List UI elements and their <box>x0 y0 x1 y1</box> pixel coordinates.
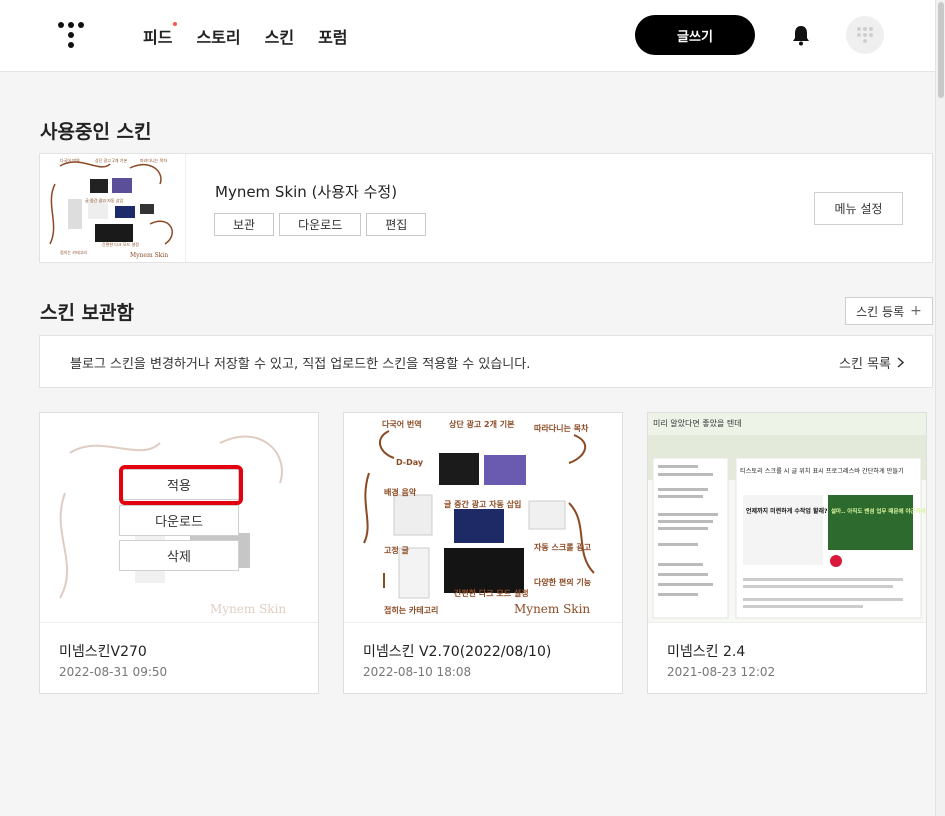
svg-text:글 중간 광고 자동 삽입: 글 중간 광고 자동 삽입 <box>85 197 124 203</box>
thumb-ad-side: 설마.. 아직도 밴섬 업무 때문에 야근하세요? <box>831 507 926 515</box>
apply-highlight-box <box>119 465 243 505</box>
skin-storage-title: 스킨 보관함 <box>40 302 135 324</box>
avatar[interactable] <box>846 16 884 54</box>
skin-card-date: 2022-08-31 09:50 <box>59 665 168 679</box>
current-skin-name: Mynem Skin (사용자 수정) <box>215 183 398 201</box>
card-action-overlay: 적용 다운로드 삭제 <box>40 413 318 622</box>
skin-card-name: 미넴스킨 2.4 <box>667 644 746 660</box>
chevron-right-icon <box>897 357 904 368</box>
skin-card[interactable]: 다국어 번역 상단 광고 2개 기본 따라다니는 목차 D-Day 배경 음악 … <box>343 412 623 694</box>
nav-item-forum[interactable]: 포럼 <box>318 24 347 48</box>
thumb-label: 글 중간 광고 자동 삽입 <box>444 499 521 509</box>
thumb-label: 자동 스크롤 광고 <box>534 542 592 552</box>
skin-info-text: 블로그 스킨을 변경하거나 저장할 수 있고, 직접 업로드한 스킨을 적용할 … <box>70 357 531 372</box>
nav-item-skin[interactable]: 스킨 <box>265 24 294 48</box>
skin-info-box: 블로그 스킨을 변경하거나 저장할 수 있고, 직접 업로드한 스킨을 적용할 … <box>39 335 933 388</box>
svg-text:접히는 카테고리: 접히는 카테고리 <box>60 249 87 255</box>
skin-card-name: 미넴스킨V270 <box>59 644 147 660</box>
current-skin-actions: 보관 다운로드 편집 <box>214 213 427 236</box>
skin-register-button[interactable]: 스킨 등록 + <box>845 297 933 325</box>
delete-button[interactable]: 삭제 <box>119 540 239 571</box>
skin-card-thumbnail: 미리 알았다면 좋았을 텐데 티스토리 스크롤 시 글 위치 표시 프로그레스바… <box>648 413 926 623</box>
thumb-post-title: 티스토리 스크롤 시 글 위치 표시 프로그레스바 간단하게 만들기 <box>740 467 904 475</box>
top-header: 피드 스토리 스킨 포럼 글쓰기 <box>0 0 935 72</box>
thumb-header-text: 미리 알았다면 좋았을 텐데 <box>653 418 742 428</box>
plus-icon: + <box>910 303 922 319</box>
edit-button[interactable]: 편집 <box>366 213 427 236</box>
skin-register-label: 스킨 등록 <box>856 304 905 319</box>
svg-text:다국어 번역: 다국어 번역 <box>60 157 80 163</box>
nav-item-story[interactable]: 스토리 <box>196 24 240 48</box>
skin-list-link[interactable]: 스킨 목록 <box>839 353 904 372</box>
thumb-label: 접히는 카테고리 <box>384 605 438 615</box>
skin-card-thumbnail: 다국어 번역 상단 광고 2개 기본 따라다니는 목차 D-Day 배경 음악 … <box>344 413 622 623</box>
tistory-logo-icon[interactable] <box>58 22 84 50</box>
thumb-brand-label: Mynem Skin <box>514 602 590 616</box>
svg-text:간편한 다크 모드 설정: 간편한 다크 모드 설정 <box>102 241 139 247</box>
thumb-label: 다국어 번역 <box>382 419 422 429</box>
menu-settings-button[interactable]: 메뉴 설정 <box>814 192 903 225</box>
overlay-download-button[interactable]: 다운로드 <box>119 505 239 536</box>
skin-card[interactable]: Mynem Skin 적용 다운로드 삭제 미넴스킨V270 2022-08-3… <box>39 412 319 694</box>
current-skin-title: 사용중인 스킨 <box>40 121 152 143</box>
svg-text:따라다니는 목차: 따라다니는 목차 <box>140 157 167 163</box>
skin-card[interactable]: 미리 알았다면 좋았을 텐데 티스토리 스크롤 시 글 위치 표시 프로그레스바… <box>647 412 927 694</box>
skin-card-name: 미넴스킨 V2.70(2022/08/10) <box>363 644 552 660</box>
thumb-label: 간편한 다크 모드 설정 <box>454 588 529 598</box>
skin-list-label: 스킨 목록 <box>839 357 891 372</box>
thumb-label: 배경 음악 <box>384 487 417 497</box>
thumb-label: 상단 광고 2개 기본 <box>449 419 515 429</box>
skin-card-thumbnail: Mynem Skin 적용 다운로드 삭제 <box>40 413 318 623</box>
thumb-label: D-Day <box>396 458 424 467</box>
thumb-label: 고정 글 <box>384 545 410 555</box>
svg-text:상단 광고 2개 기본: 상단 광고 2개 기본 <box>95 157 127 163</box>
thumb-ad-text: 언제까지 미련하게 수작업 할래? <box>746 507 828 515</box>
write-button[interactable]: 글쓰기 <box>635 15 755 55</box>
skin-card-date: 2021-08-23 12:02 <box>667 665 776 679</box>
skin-card-date: 2022-08-10 18:08 <box>363 665 472 679</box>
thumb-label: 따라다니는 목차 <box>534 423 589 433</box>
current-skin-panel: 다국어 번역 상단 광고 2개 기본 따라다니는 목차 글 중간 광고 자동 삽… <box>39 153 933 263</box>
current-skin-thumbnail: 다국어 번역 상단 광고 2개 기본 따라다니는 목차 글 중간 광고 자동 삽… <box>40 154 186 262</box>
download-button[interactable]: 다운로드 <box>279 213 362 236</box>
scrollbar-thumb[interactable] <box>938 2 944 98</box>
main-nav: 피드 스토리 스킨 포럼 <box>143 22 348 48</box>
new-dot-icon <box>173 22 178 26</box>
thumb-label: 다양한 편의 기능 <box>534 577 592 587</box>
thumb-brand-label: Mynem Skin <box>130 252 168 259</box>
bell-icon[interactable] <box>791 24 811 46</box>
nav-item-feed[interactable]: 피드 <box>143 22 178 48</box>
page-scrollbar[interactable] <box>935 0 945 816</box>
archive-button[interactable]: 보관 <box>214 213 275 236</box>
